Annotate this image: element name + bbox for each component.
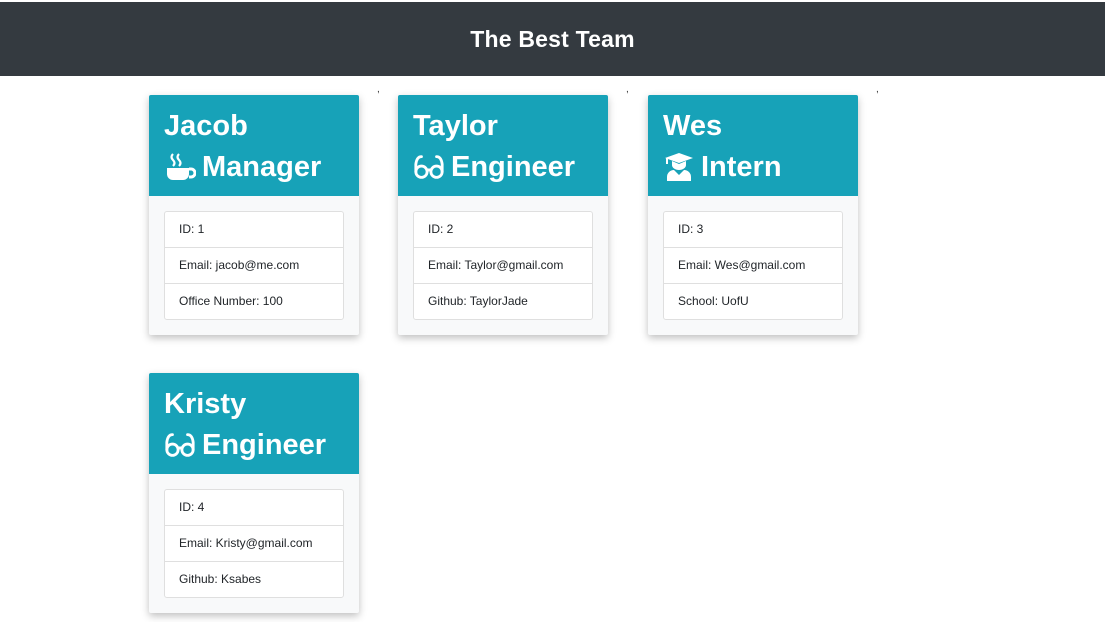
email-item[interactable]: Email: jacob@me.com xyxy=(165,247,343,283)
card-body: ID: 4 Email: Kristy@gmail.com Github: Ks… xyxy=(149,474,359,598)
employee-card: Jacob Manager ID: 1 Email: jacob@me.com … xyxy=(149,95,359,335)
card-header: Kristy Engineer xyxy=(149,373,359,474)
id-item: ID: 3 xyxy=(678,222,704,236)
role-label: Intern xyxy=(701,151,782,183)
card-header: Taylor Engineer xyxy=(398,95,608,196)
github-item[interactable]: Github: TaylorJade xyxy=(414,283,592,319)
role-label: Engineer xyxy=(202,429,327,461)
id-item: ID: 4 xyxy=(179,500,205,514)
employee-card: Taylor Engineer ID: 2 Email: Taylor@gmai… xyxy=(398,95,608,335)
role-label: Engineer xyxy=(451,151,576,183)
separator-comma: , xyxy=(377,84,380,95)
role-label: Manager xyxy=(202,151,322,183)
employee-name: Wes xyxy=(663,110,723,142)
details-list: ID: 1 Email: jacob@me.com Office Number:… xyxy=(164,211,344,320)
page-title: The Best Team xyxy=(470,25,635,52)
card-body: ID: 3 Email: Wes@gmail.com School: UofU xyxy=(648,196,858,320)
details-list: ID: 2 Email: Taylor@gmail.com Github: Ta… xyxy=(413,211,593,320)
coffee-mug-icon xyxy=(164,152,196,182)
graduate-icon xyxy=(663,152,695,182)
details-list: ID: 3 Email: Wes@gmail.com School: UofU xyxy=(663,211,843,320)
office-number-item: Office Number: 100 xyxy=(165,283,343,319)
email-item[interactable]: Email: Wes@gmail.com xyxy=(664,247,842,283)
employee-name: Taylor xyxy=(413,110,498,142)
employee-role: Manager xyxy=(164,148,344,186)
id-item: ID: 2 xyxy=(428,222,454,236)
employee-name: Jacob xyxy=(164,110,248,142)
card-header: Wes Intern xyxy=(648,95,858,196)
github-item[interactable]: Github: Ksabes xyxy=(165,561,343,597)
email-item[interactable]: Email: Taylor@gmail.com xyxy=(414,247,592,283)
employee-role: Engineer xyxy=(413,148,593,186)
card-body: ID: 1 Email: jacob@me.com Office Number:… xyxy=(149,196,359,320)
separator-comma: , xyxy=(626,84,629,95)
school-item: School: UofU xyxy=(664,283,842,319)
separator-comma: , xyxy=(876,84,879,95)
email-item[interactable]: Email: Kristy@gmail.com xyxy=(165,525,343,561)
card-header: Jacob Manager xyxy=(149,95,359,196)
id-item: ID: 1 xyxy=(179,222,205,236)
employee-role: Intern xyxy=(663,148,843,186)
employee-role: Engineer xyxy=(164,426,344,464)
card-body: ID: 2 Email: Taylor@gmail.com Github: Ta… xyxy=(398,196,608,320)
details-list: ID: 4 Email: Kristy@gmail.com Github: Ks… xyxy=(164,489,344,598)
employee-card: Wes Intern ID: 3 Email: Wes@gmail.com Sc… xyxy=(648,95,858,335)
glasses-icon xyxy=(413,152,445,182)
employee-name: Kristy xyxy=(164,388,247,420)
navbar: The Best Team xyxy=(0,2,1105,76)
glasses-icon xyxy=(164,430,196,460)
employee-card: Kristy Engineer ID: 4 Email: Kristy@gmai… xyxy=(149,373,359,613)
